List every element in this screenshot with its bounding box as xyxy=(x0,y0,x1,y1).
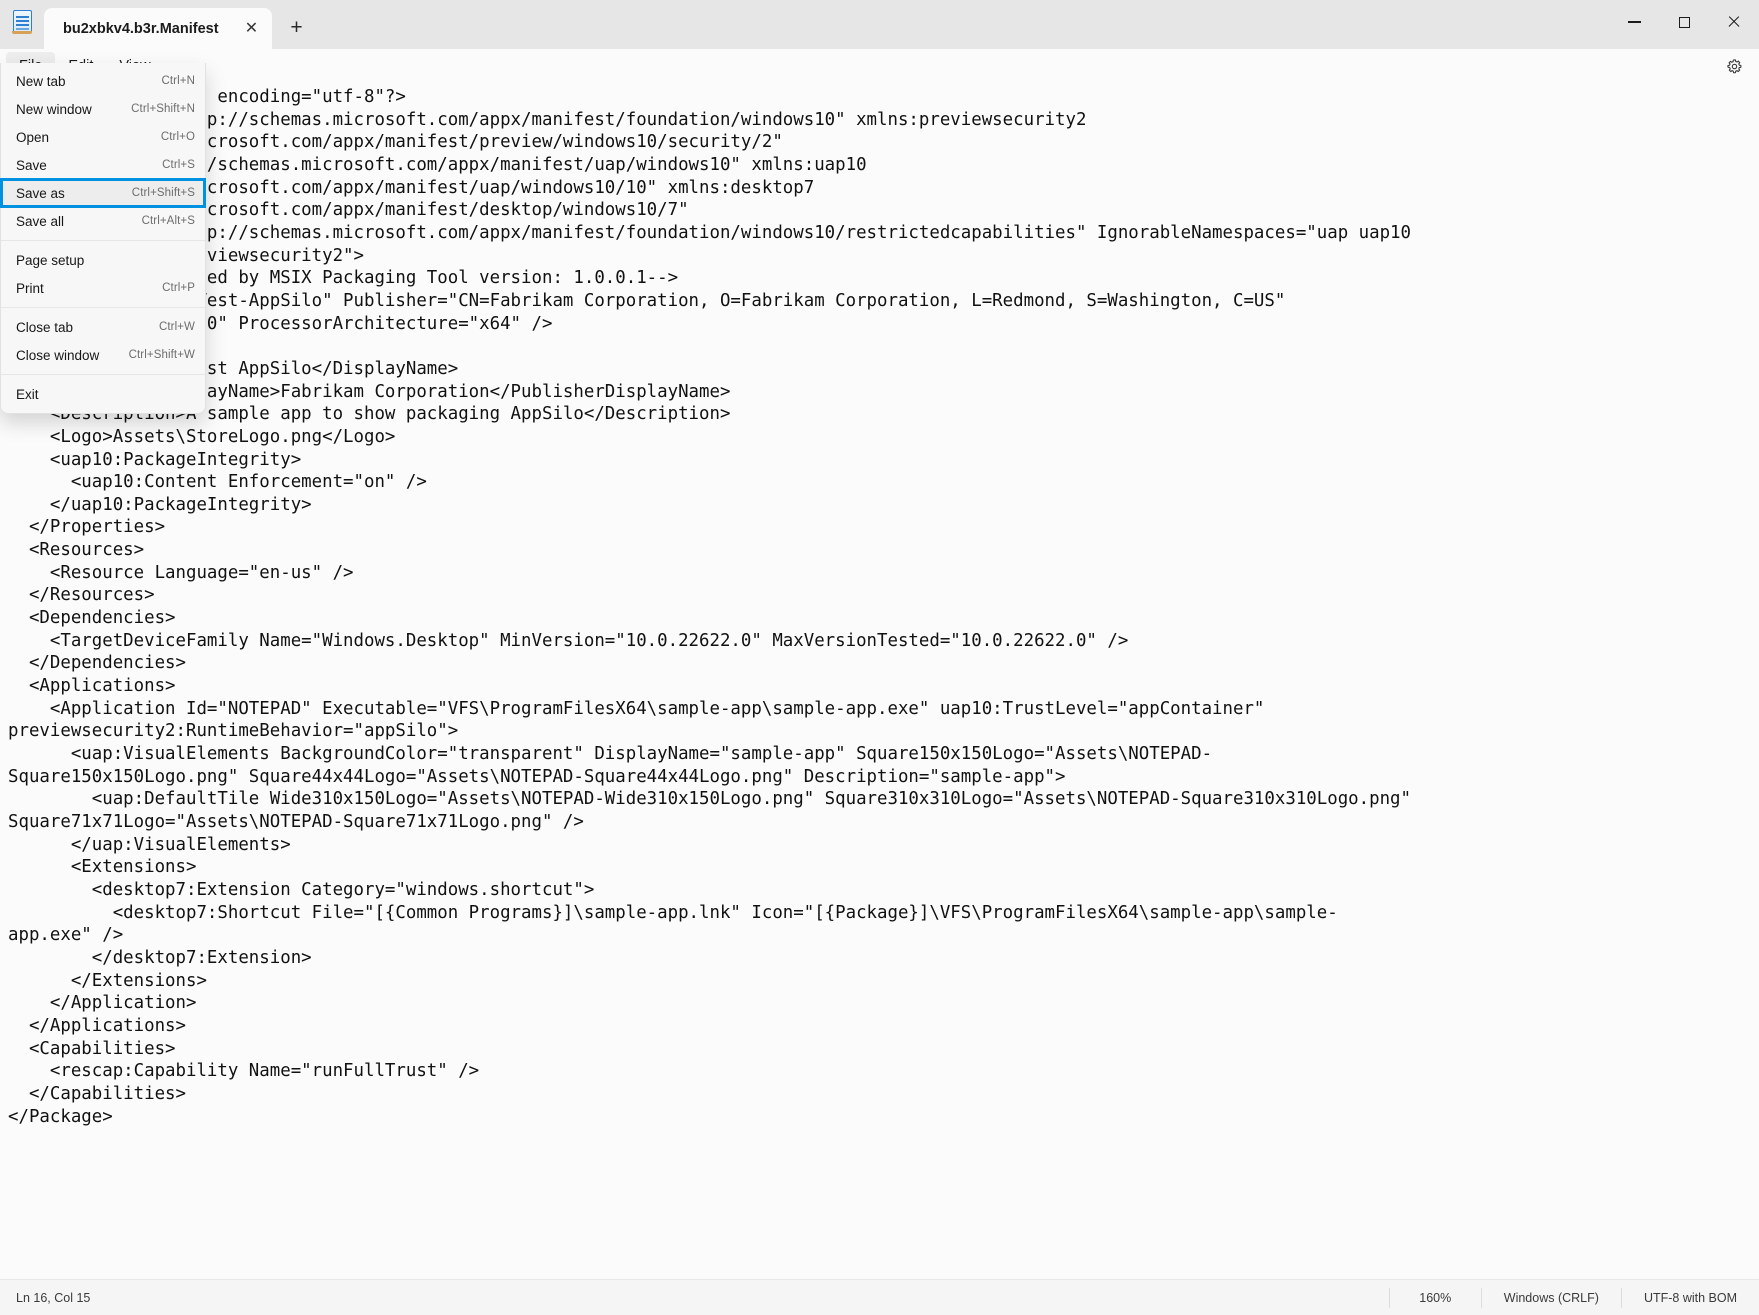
file-menu-item-shortcut: Ctrl+N xyxy=(161,75,195,87)
minimize-button[interactable] xyxy=(1609,0,1659,44)
file-menu-item-open[interactable]: Open Ctrl+O xyxy=(1,123,205,151)
menu-separator xyxy=(1,307,205,308)
file-menu-item-label: Save all xyxy=(16,213,65,229)
tab-title: bu2xbkv4.b3r.Manifest xyxy=(63,20,219,37)
file-menu-item-save[interactable]: Save Ctrl+S xyxy=(1,151,205,179)
editor-content: <?xml version="1.0" encoding="utf-8"?> <… xyxy=(8,87,1411,1127)
notepad-icon xyxy=(0,0,44,49)
minimize-icon xyxy=(1627,21,1641,23)
file-menu-item-shortcut: Ctrl+Shift+W xyxy=(128,349,195,361)
file-menu-item-print[interactable]: Print Ctrl+P xyxy=(1,274,205,302)
file-menu-item-label: Page setup xyxy=(16,252,85,268)
file-menu-item-new-window[interactable]: New window Ctrl+Shift+N xyxy=(1,95,205,123)
status-bar: Ln 16, Col 15 160% Windows (CRLF) UTF-8 … xyxy=(0,1279,1759,1315)
menu-bar: File Edit View xyxy=(0,49,1759,83)
document-tab[interactable]: bu2xbkv4.b3r.Manifest ✕ xyxy=(44,8,272,49)
file-menu-item-label: Save as xyxy=(16,185,65,201)
notepad-window: bu2xbkv4.b3r.Manifest ✕ + File Edit View… xyxy=(0,0,1759,1315)
new-tab-button[interactable]: + xyxy=(278,9,315,46)
file-menu-item-save-all[interactable]: Save all Ctrl+Alt+S xyxy=(1,207,205,235)
file-menu-item-label: Close tab xyxy=(16,319,74,335)
window-controls xyxy=(1609,0,1759,49)
file-menu-item-label: New tab xyxy=(16,73,66,89)
file-menu-item-label: Close window xyxy=(16,347,100,363)
file-menu-item-label: New window xyxy=(16,101,92,117)
file-menu-item-close-tab[interactable]: Close tab Ctrl+W xyxy=(1,313,205,341)
file-menu-item-label: Exit xyxy=(16,386,39,402)
line-ending[interactable]: Windows (CRLF) xyxy=(1480,1287,1621,1308)
gear-icon[interactable] xyxy=(1719,51,1749,81)
maximize-button[interactable] xyxy=(1659,0,1709,44)
file-menu-item-save-as[interactable]: Save as Ctrl+Shift+S xyxy=(0,178,206,208)
menu-separator xyxy=(1,374,205,375)
menu-separator xyxy=(1,240,205,241)
encoding[interactable]: UTF-8 with BOM xyxy=(1620,1287,1759,1308)
file-menu-item-shortcut: Ctrl+Shift+N xyxy=(131,103,195,115)
close-window-button[interactable] xyxy=(1709,0,1759,44)
text-editor-area[interactable]: <?xml version="1.0" encoding="utf-8"?> <… xyxy=(0,83,1759,1279)
file-menu-item-new-tab[interactable]: New tab Ctrl+N xyxy=(1,67,205,95)
file-menu-item-label: Save xyxy=(16,157,47,173)
file-menu-item-label: Print xyxy=(16,280,44,296)
file-menu-item-shortcut: Ctrl+P xyxy=(162,282,195,294)
file-menu-dropdown: New tab Ctrl+N New window Ctrl+Shift+N Open C… xyxy=(0,63,206,414)
file-menu-item-exit[interactable]: Exit xyxy=(1,380,205,408)
close-tab-icon[interactable]: ✕ xyxy=(237,14,266,43)
file-menu-item-page-setup[interactable]: Page setup xyxy=(1,246,205,274)
file-menu-item-close-window[interactable]: Close window Ctrl+Shift+W xyxy=(1,341,205,369)
cursor-position: Ln 16, Col 15 xyxy=(16,1290,91,1305)
file-menu-item-label: Open xyxy=(16,129,50,145)
file-menu-item-shortcut: Ctrl+S xyxy=(162,159,195,171)
file-menu-item-shortcut: Ctrl+Shift+S xyxy=(131,187,195,199)
title-bar: bu2xbkv4.b3r.Manifest ✕ + xyxy=(0,0,1759,49)
status-right-group: 160% Windows (CRLF) UTF-8 with BOM xyxy=(1388,1280,1759,1315)
zoom-level[interactable]: 160% xyxy=(1388,1287,1481,1308)
close-icon xyxy=(1727,15,1741,29)
file-menu-item-shortcut: Ctrl+W xyxy=(158,321,195,333)
file-menu-item-shortcut: Ctrl+Alt+S xyxy=(141,215,195,227)
file-menu-item-shortcut: Ctrl+O xyxy=(160,131,195,143)
maximize-icon xyxy=(1678,16,1690,28)
